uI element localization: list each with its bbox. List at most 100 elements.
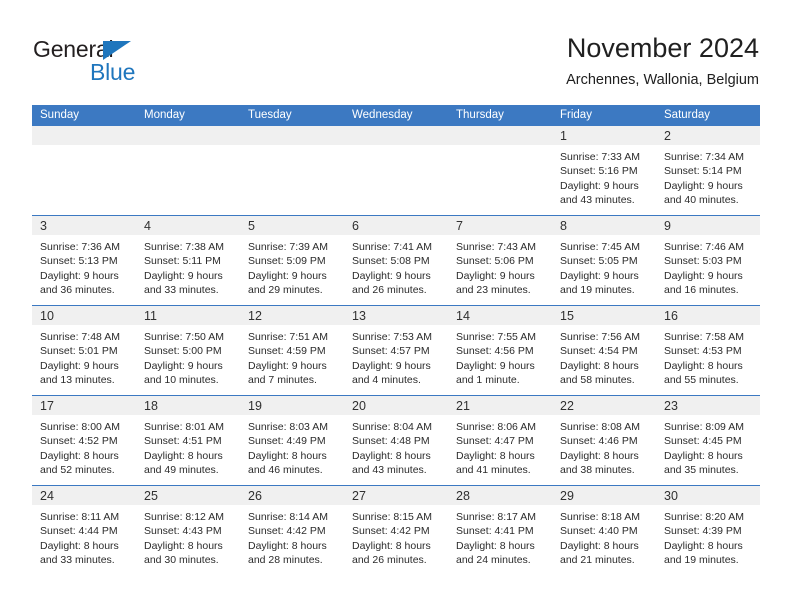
sunset-text: Sunset: 4:53 PM [664, 345, 742, 358]
daylight-text-line1: Daylight: 9 hours [352, 359, 431, 372]
calendar-day-cell[interactable]: 30 Sunrise: 8:20 AM Sunset: 4:39 PM Dayligh… [656, 485, 760, 576]
calendar-day-cell[interactable]: 12 Sunrise: 7:51 AM Sunset: 4:59 PM Dayligh… [240, 305, 344, 396]
sunset-text: Sunset: 5:06 PM [456, 255, 534, 268]
day-number: 9 [656, 216, 760, 235]
day-details: Sunrise: 8:08 AM Sunset: 4:46 PM Daylight:… [552, 415, 656, 478]
daylight-text-line1: Daylight: 9 hours [40, 359, 119, 372]
calendar-day-cell[interactable]: 28 Sunrise: 8:17 AM Sunset: 4:41 PM Dayligh… [448, 485, 552, 576]
calendar-day-cell[interactable]: 22 Sunrise: 8:08 AM Sunset: 4:46 PM Dayligh… [552, 395, 656, 486]
daylight-text-line2: and 21 minutes. [560, 554, 635, 567]
sunset-text: Sunset: 4:39 PM [664, 525, 742, 538]
daylight-text-line1: Daylight: 9 hours [664, 269, 743, 282]
daylight-text-line2: and 1 minute. [456, 374, 520, 387]
calendar-day-cell[interactable]: 25 Sunrise: 8:12 AM Sunset: 4:43 PM Dayligh… [136, 485, 240, 576]
day-number [136, 125, 240, 145]
daylight-text-line2: and 19 minutes. [664, 554, 739, 567]
calendar-day-cell[interactable]: 20 Sunrise: 8:04 AM Sunset: 4:48 PM Dayligh… [344, 395, 448, 486]
day-details: Sunrise: 7:43 AM Sunset: 5:06 PM Daylight:… [448, 235, 552, 298]
day-number: 17 [32, 396, 136, 415]
sunrise-text: Sunrise: 7:43 AM [456, 241, 536, 253]
calendar-day-cell[interactable]: 11 Sunrise: 7:50 AM Sunset: 5:00 PM Dayligh… [136, 305, 240, 396]
daylight-text-line2: and 33 minutes. [144, 284, 219, 297]
calendar-day-cell[interactable]: 21 Sunrise: 8:06 AM Sunset: 4:47 PM Dayligh… [448, 395, 552, 486]
title-block: November 2024 Archennes, Wallonia, Belgi… [566, 32, 759, 90]
daylight-text-line1: Daylight: 9 hours [664, 179, 743, 192]
daylight-text-line1: Daylight: 8 hours [144, 449, 223, 462]
calendar-day-cell[interactable]: 6 Sunrise: 7:41 AM Sunset: 5:08 PM Daylight… [344, 215, 448, 306]
daylight-text-line1: Daylight: 8 hours [664, 539, 743, 552]
day-number: 23 [656, 396, 760, 415]
sunrise-text: Sunrise: 7:51 AM [248, 331, 328, 343]
daylight-text-line2: and 26 minutes. [352, 284, 427, 297]
day-number: 28 [448, 486, 552, 505]
calendar-day-cell[interactable]: 26 Sunrise: 8:14 AM Sunset: 4:42 PM Dayligh… [240, 485, 344, 576]
day-details: Sunrise: 8:00 AM Sunset: 4:52 PM Daylight:… [32, 415, 136, 478]
triangle-icon [103, 41, 131, 60]
daylight-text-line2: and 35 minutes. [664, 464, 739, 477]
daylight-text-line1: Daylight: 9 hours [40, 269, 119, 282]
calendar-day-cell[interactable]: 13 Sunrise: 7:53 AM Sunset: 4:57 PM Dayligh… [344, 305, 448, 396]
calendar-day-cell[interactable]: 1 Sunrise: 7:33 AM Sunset: 5:16 PM Daylight… [552, 125, 656, 216]
daylight-text-line1: Daylight: 8 hours [456, 539, 535, 552]
calendar-day-cell[interactable]: 3 Sunrise: 7:36 AM Sunset: 5:13 PM Daylight… [32, 215, 136, 306]
sunset-text: Sunset: 4:43 PM [144, 525, 222, 538]
sunset-text: Sunset: 5:08 PM [352, 255, 430, 268]
calendar-week-row: 1 Sunrise: 7:33 AM Sunset: 5:16 PM Daylight… [32, 125, 760, 216]
sunset-text: Sunset: 4:44 PM [40, 525, 118, 538]
calendar-day-cell[interactable]: 15 Sunrise: 7:56 AM Sunset: 4:54 PM Dayligh… [552, 305, 656, 396]
calendar-day-cell[interactable]: 8 Sunrise: 7:45 AM Sunset: 5:05 PM Daylight… [552, 215, 656, 306]
sunrise-text: Sunrise: 7:58 AM [664, 331, 744, 343]
day-details: Sunrise: 8:04 AM Sunset: 4:48 PM Daylight:… [344, 415, 448, 478]
day-details: Sunrise: 8:06 AM Sunset: 4:47 PM Daylight:… [448, 415, 552, 478]
sunset-text: Sunset: 5:09 PM [248, 255, 326, 268]
calendar-day-cell[interactable]: 14 Sunrise: 7:55 AM Sunset: 4:56 PM Dayligh… [448, 305, 552, 396]
sunrise-text: Sunrise: 8:03 AM [248, 421, 328, 433]
calendar-day-cell[interactable]: 29 Sunrise: 8:18 AM Sunset: 4:40 PM Dayligh… [552, 485, 656, 576]
daylight-text-line1: Daylight: 9 hours [560, 269, 639, 282]
day-details: Sunrise: 7:36 AM Sunset: 5:13 PM Daylight:… [32, 235, 136, 298]
sunrise-text: Sunrise: 8:17 AM [456, 511, 536, 523]
daylight-text-line2: and 33 minutes. [40, 554, 115, 567]
calendar-day-cell[interactable]: 10 Sunrise: 7:48 AM Sunset: 5:01 PM Dayligh… [32, 305, 136, 396]
calendar-day-cell[interactable]: 23 Sunrise: 8:09 AM Sunset: 4:45 PM Dayligh… [656, 395, 760, 486]
daylight-text-line1: Daylight: 8 hours [352, 449, 431, 462]
sunrise-text: Sunrise: 7:56 AM [560, 331, 640, 343]
daylight-text-line1: Daylight: 8 hours [456, 449, 535, 462]
daylight-text-line2: and 16 minutes. [664, 284, 739, 297]
daylight-text-line2: and 52 minutes. [40, 464, 115, 477]
day-details: Sunrise: 7:41 AM Sunset: 5:08 PM Daylight:… [344, 235, 448, 298]
sunset-text: Sunset: 4:42 PM [352, 525, 430, 538]
calendar-day-cell[interactable]: 9 Sunrise: 7:46 AM Sunset: 5:03 PM Daylight… [656, 215, 760, 306]
daylight-text-line1: Daylight: 9 hours [560, 179, 639, 192]
calendar-day-cell[interactable]: 7 Sunrise: 7:43 AM Sunset: 5:06 PM Daylight… [448, 215, 552, 306]
daylight-text-line1: Daylight: 8 hours [664, 449, 743, 462]
calendar-day-cell[interactable]: 4 Sunrise: 7:38 AM Sunset: 5:11 PM Daylight… [136, 215, 240, 306]
calendar-day-cell[interactable]: 16 Sunrise: 7:58 AM Sunset: 4:53 PM Dayligh… [656, 305, 760, 396]
daylight-text-line2: and 38 minutes. [560, 464, 635, 477]
calendar-day-cell[interactable]: 2 Sunrise: 7:34 AM Sunset: 5:14 PM Daylight… [656, 125, 760, 216]
daylight-text-line1: Daylight: 9 hours [248, 269, 327, 282]
calendar-table: Sunday Monday Tuesday Wednesday Thursday… [32, 105, 760, 576]
calendar-header-row: Sunday Monday Tuesday Wednesday Thursday… [32, 105, 760, 126]
sunrise-text: Sunrise: 7:38 AM [144, 241, 224, 253]
calendar-day-cell[interactable]: 18 Sunrise: 8:01 AM Sunset: 4:51 PM Dayligh… [136, 395, 240, 486]
sunset-text: Sunset: 5:16 PM [560, 165, 638, 178]
calendar-day-cell[interactable]: 27 Sunrise: 8:15 AM Sunset: 4:42 PM Dayligh… [344, 485, 448, 576]
calendar-day-cell[interactable]: 19 Sunrise: 8:03 AM Sunset: 4:49 PM Dayligh… [240, 395, 344, 486]
sunset-text: Sunset: 5:13 PM [40, 255, 118, 268]
page-header: General Blue November 2024 Archennes, Wa… [0, 0, 792, 100]
day-number: 30 [656, 486, 760, 505]
sunset-text: Sunset: 4:47 PM [456, 435, 534, 448]
daylight-text-line2: and 36 minutes. [40, 284, 115, 297]
day-details: Sunrise: 7:48 AM Sunset: 5:01 PM Daylight:… [32, 325, 136, 388]
calendar-page: General Blue November 2024 Archennes, Wa… [0, 0, 792, 612]
day-number: 27 [344, 486, 448, 505]
calendar-week-row: 17 Sunrise: 8:00 AM Sunset: 4:52 PM Dayligh… [32, 395, 760, 486]
calendar-day-cell[interactable]: 17 Sunrise: 8:00 AM Sunset: 4:52 PM Dayligh… [32, 395, 136, 486]
calendar-day-cell[interactable]: 5 Sunrise: 7:39 AM Sunset: 5:09 PM Daylight… [240, 215, 344, 306]
day-number: 7 [448, 216, 552, 235]
calendar-day-cell[interactable]: 24 Sunrise: 8:11 AM Sunset: 4:44 PM Dayligh… [32, 485, 136, 576]
weekday-header-tuesday: Tuesday [240, 105, 344, 126]
daylight-text-line1: Daylight: 9 hours [352, 269, 431, 282]
daylight-text-line1: Daylight: 8 hours [248, 449, 327, 462]
